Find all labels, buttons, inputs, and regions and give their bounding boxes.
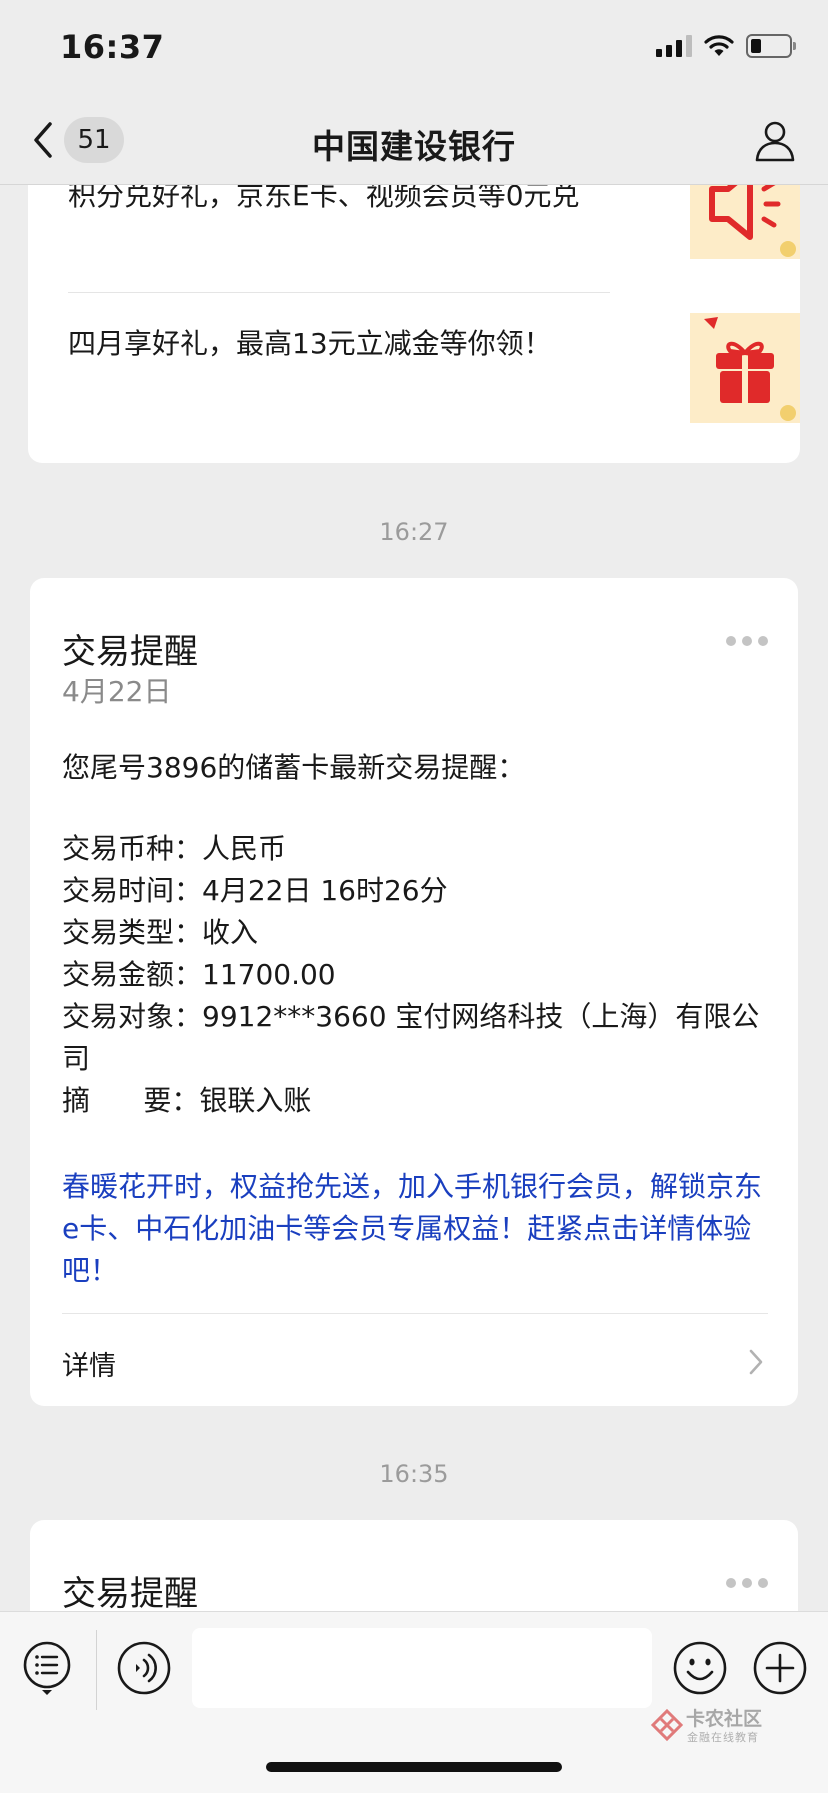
megaphone-icon [709, 185, 796, 257]
voice-icon [117, 1641, 171, 1695]
promo-thumbnail [690, 313, 800, 423]
nav-bar: 51 中国建设银行 [0, 100, 828, 185]
detail-row-summary: 摘 要： 银联入账 [62, 1080, 782, 1122]
detail-value: 银联入账 [199, 1084, 312, 1117]
card-title: 交易提醒 [62, 1574, 198, 1614]
detail-row-currency: 交易币种： 人民币 [62, 828, 782, 870]
menu-button[interactable] [22, 1640, 72, 1700]
more-functions-button[interactable] [752, 1640, 808, 1700]
more-dots-icon [726, 636, 736, 646]
battery-icon [746, 34, 796, 58]
message-input[interactable] [192, 1628, 652, 1708]
promotion-text: 春暖花开时，权益抢先送，加入手机银行会员，解锁京东e卡、中石化加油卡等会员专属权… [62, 1170, 763, 1287]
message-timestamp: 16:27 [379, 518, 449, 546]
card-title: 交易提醒 [62, 632, 198, 672]
detail-row-counterparty: 交易对象：9912***3660 宝付网络科技（上海）有限公司 [62, 996, 782, 1080]
detail-label: 交易对象： [62, 1000, 203, 1033]
watermark-name: 卡农社区 [686, 1708, 763, 1730]
detail-label: 交易时间： [62, 874, 203, 907]
promo-item-text: 积分兑好礼，京东E卡、视频会员等0元兑 [68, 185, 580, 212]
detail-value: 4月22日 16时26分 [202, 874, 448, 907]
transaction-details: 交易币种： 人民币 交易时间： 4月22日 16时26分 交易类型： 收入 交易… [62, 828, 782, 1122]
card-intro-text: 您尾号3896的储蓄卡最新交易提醒： [62, 751, 526, 784]
detail-label: 摘 要： [62, 1084, 200, 1117]
status-time: 16:37 [60, 28, 165, 66]
divider [68, 292, 610, 293]
promo-item[interactable]: 四月享好礼，最高13元立减金等你领！ [68, 313, 800, 425]
watermark: 卡农社区 金融在线教育 [650, 1704, 780, 1748]
home-indicator [266, 1762, 562, 1772]
promo-card: 积分兑好礼，京东E卡、视频会员等0元兑 四月享好礼，最高13元立减金等你领！ [28, 185, 800, 463]
detail-label: 交易类型： [62, 916, 203, 949]
detail-label: 交易币种： [62, 832, 203, 865]
page-title: 中国建设银行 [312, 127, 516, 166]
detail-value: 收入 [202, 916, 259, 949]
details-link[interactable]: 详情 [30, 1314, 798, 1406]
promo-item-text: 四月享好礼，最高13元立减金等你领！ [68, 327, 552, 360]
watermark-subtitle: 金融在线教育 [687, 1731, 759, 1744]
cellular-signal-icon [656, 35, 692, 57]
person-icon [755, 121, 795, 162]
detail-row-amount: 交易金额： 11700.00 [62, 954, 782, 996]
emoji-icon [673, 1641, 727, 1695]
wifi-icon [704, 35, 734, 56]
menu-list-icon [23, 1641, 71, 1695]
plus-icon [753, 1641, 807, 1695]
watermark-logo-icon [650, 1708, 684, 1742]
detail-label: 交易金额： [62, 958, 203, 991]
detail-row-type: 交易类型： 收入 [62, 912, 782, 954]
more-options-button[interactable] [726, 1578, 768, 1588]
promo-thumbnail [690, 185, 800, 259]
detail-value: 人民币 [202, 832, 287, 865]
message-timestamp: 16:35 [379, 1460, 449, 1488]
profile-button[interactable] [752, 118, 798, 164]
status-bar: 16:37 [0, 0, 828, 100]
voice-button[interactable] [116, 1640, 172, 1700]
details-label: 详情 [62, 1351, 116, 1382]
emoji-button[interactable] [672, 1640, 728, 1700]
chevron-right-icon [749, 1349, 763, 1375]
status-icons [656, 34, 796, 58]
more-options-button[interactable] [726, 636, 768, 646]
divider [96, 1630, 97, 1710]
detail-row-time: 交易时间： 4月22日 16时26分 [62, 870, 782, 912]
card-date: 4月22日 [62, 675, 172, 708]
gift-icon [704, 317, 796, 421]
transaction-alert-card[interactable]: 交易提醒 4月22日 您尾号3896的储蓄卡最新交易提醒： 交易币种： 人民币 … [30, 578, 798, 1406]
more-dots-icon [726, 1578, 736, 1588]
detail-value: 11700.00 [202, 958, 336, 991]
promo-item[interactable]: 积分兑好礼，京东E卡、视频会员等0元兑 [68, 185, 800, 289]
